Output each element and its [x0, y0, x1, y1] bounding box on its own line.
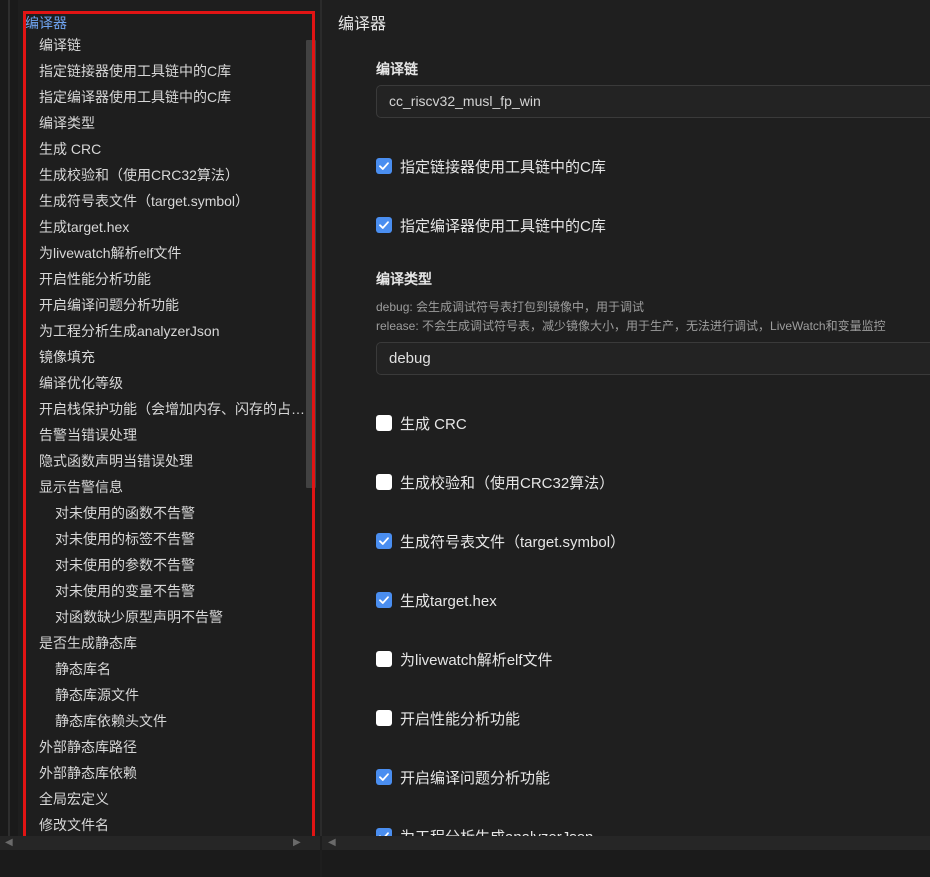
section-title: 编译器 — [338, 16, 387, 33]
check-label: 生成target.hex — [400, 592, 497, 610]
check-row-symbol[interactable]: 生成符号表文件（target.symbol） — [376, 530, 625, 552]
toc-horizontal-scrollbar[interactable]: ◀ ▶ — [0, 836, 320, 877]
panel-horizontal-scrollbar[interactable]: ◀ — [322, 836, 930, 877]
toc-item[interactable]: 编译优化等级 — [18, 370, 308, 396]
toc-item[interactable]: 静态库源文件 — [18, 682, 308, 708]
check-row-compiler-clib[interactable]: 指定编译器使用工具链中的C库 — [376, 214, 606, 236]
check-row-analyzer-json[interactable]: 为工程分析生成analyzerJson — [376, 825, 593, 836]
checkbox[interactable] — [376, 217, 392, 233]
toc-item[interactable]: 编译类型 — [18, 110, 308, 136]
checkbox[interactable] — [376, 651, 392, 667]
checkbox[interactable] — [376, 710, 392, 726]
toc-item[interactable]: 静态库依赖头文件 — [18, 708, 308, 734]
toc-item[interactable]: 开启性能分析功能 — [18, 266, 308, 292]
toc-item[interactable]: 编译链 — [18, 32, 308, 58]
settings-toc: 编译器 编译链 指定链接器使用工具链中的C库 指定编译器使用工具链中的C库 编译类型 生成… — [18, 0, 320, 836]
scroll-track[interactable] — [0, 836, 320, 850]
check-label: 指定编译器使用工具链中的C库 — [400, 217, 606, 235]
check-label: 为工程分析生成analyzerJson — [400, 826, 593, 837]
toc-item[interactable]: 对未使用的标签不告警 — [18, 526, 308, 552]
checkbox[interactable] — [376, 158, 392, 174]
check-label: 生成 CRC — [400, 415, 467, 433]
check-icon — [379, 162, 389, 170]
check-row-build-analysis[interactable]: 开启编译问题分析功能 — [376, 766, 550, 788]
toc-item[interactable]: 指定链接器使用工具链中的C库 — [18, 58, 308, 84]
check-label: 开启性能分析功能 — [400, 710, 521, 728]
check-icon — [379, 537, 389, 545]
check-icon — [379, 221, 389, 229]
toc-item[interactable]: 镜像填充 — [18, 344, 308, 370]
build-type-label: 编译类型 — [376, 271, 432, 287]
toc-item[interactable]: 对未使用的变量不告警 — [18, 578, 308, 604]
settings-panel: 编译器 编译链 cc_riscv32_musl_fp_win 指定链接器使用工具… — [322, 0, 930, 836]
toc-item[interactable]: 为livewatch解析elf文件 — [18, 240, 308, 266]
toc-item[interactable]: 开启编译问题分析功能 — [18, 292, 308, 318]
check-row-perf[interactable]: 开启性能分析功能 — [376, 707, 520, 729]
checkbox[interactable] — [376, 828, 392, 836]
scroll-track[interactable] — [322, 836, 930, 850]
checkbox[interactable] — [376, 592, 392, 608]
toc-item[interactable]: 对未使用的函数不告警 — [18, 500, 308, 526]
toc-item[interactable]: 隐式函数声明当错误处理 — [18, 448, 308, 474]
toc-item[interactable]: 指定编译器使用工具链中的C库 — [18, 84, 308, 110]
build-type-desc-release: release: 不会生成调试符号表，减少镜像大小，用于生产，无法进行调试，Li… — [376, 319, 886, 333]
chevron-left-icon[interactable]: ◀ — [328, 837, 336, 848]
check-row-livewatch[interactable]: 为livewatch解析elf文件 — [376, 648, 553, 670]
toc-item[interactable]: 修改文件名 — [18, 812, 308, 836]
check-label: 为livewatch解析elf文件 — [400, 651, 553, 669]
checkbox[interactable] — [376, 415, 392, 431]
toc-item[interactable]: 外部静态库路径 — [18, 734, 308, 760]
toc-item[interactable]: 生成 CRC — [18, 136, 308, 162]
toc-item[interactable]: 生成符号表文件（target.symbol） — [18, 188, 308, 214]
checkbox[interactable] — [376, 474, 392, 490]
toc-section-header[interactable]: 编译器 — [18, 8, 308, 32]
check-row-crc[interactable]: 生成 CRC — [376, 412, 467, 434]
check-row-hex[interactable]: 生成target.hex — [376, 589, 497, 611]
toc-item[interactable]: 是否生成静态库 — [18, 630, 308, 656]
chevron-left-icon[interactable]: ◀ — [5, 837, 13, 848]
check-icon — [379, 596, 389, 604]
toc-item[interactable]: 为工程分析生成analyzerJson — [18, 318, 308, 344]
checkbox[interactable] — [376, 769, 392, 785]
checkbox[interactable] — [376, 533, 392, 549]
check-row-checksum[interactable]: 生成校验和（使用CRC32算法） — [376, 471, 614, 493]
check-icon — [379, 773, 389, 781]
toc-scrollbar-thumb[interactable] — [306, 40, 316, 488]
toc-item[interactable]: 生成target.hex — [18, 214, 308, 240]
build-type-desc-debug: debug: 会生成调试符号表打包到镜像中，用于调试 — [376, 300, 645, 314]
build-type-select[interactable]: debug — [376, 342, 930, 375]
toc-item[interactable]: 对未使用的参数不告警 — [18, 552, 308, 578]
toc-item[interactable]: 外部静态库依赖 — [18, 760, 308, 786]
check-label: 生成校验和（使用CRC32算法） — [400, 474, 615, 492]
toc-list: 编译器 编译链 指定链接器使用工具链中的C库 指定编译器使用工具链中的C库 编译类型 生成… — [18, 8, 308, 836]
toc-item[interactable]: 静态库名 — [18, 656, 308, 682]
chevron-right-icon[interactable]: ▶ — [293, 837, 301, 848]
left-gutter — [0, 0, 18, 836]
toolchain-label: 编译链 — [376, 61, 418, 77]
check-row-linker-clib[interactable]: 指定链接器使用工具链中的C库 — [376, 155, 606, 177]
gutter-line — [8, 0, 10, 836]
check-label: 生成符号表文件（target.symbol） — [400, 533, 626, 551]
toc-item[interactable]: 全局宏定义 — [18, 786, 308, 812]
check-label: 开启编译问题分析功能 — [400, 769, 551, 787]
toc-item[interactable]: 显示告警信息 — [18, 474, 308, 500]
toc-item[interactable]: 生成校验和（使用CRC32算法） — [18, 162, 308, 188]
toolchain-input[interactable]: cc_riscv32_musl_fp_win — [376, 85, 930, 118]
toc-item[interactable]: 告警当错误处理 — [18, 422, 308, 448]
toc-item[interactable]: 对函数缺少原型声明不告警 — [18, 604, 308, 630]
toc-item[interactable]: 开启栈保护功能（会增加内存、闪存的占用，请谨慎使用） — [18, 396, 308, 422]
check-label: 指定链接器使用工具链中的C库 — [400, 158, 606, 176]
